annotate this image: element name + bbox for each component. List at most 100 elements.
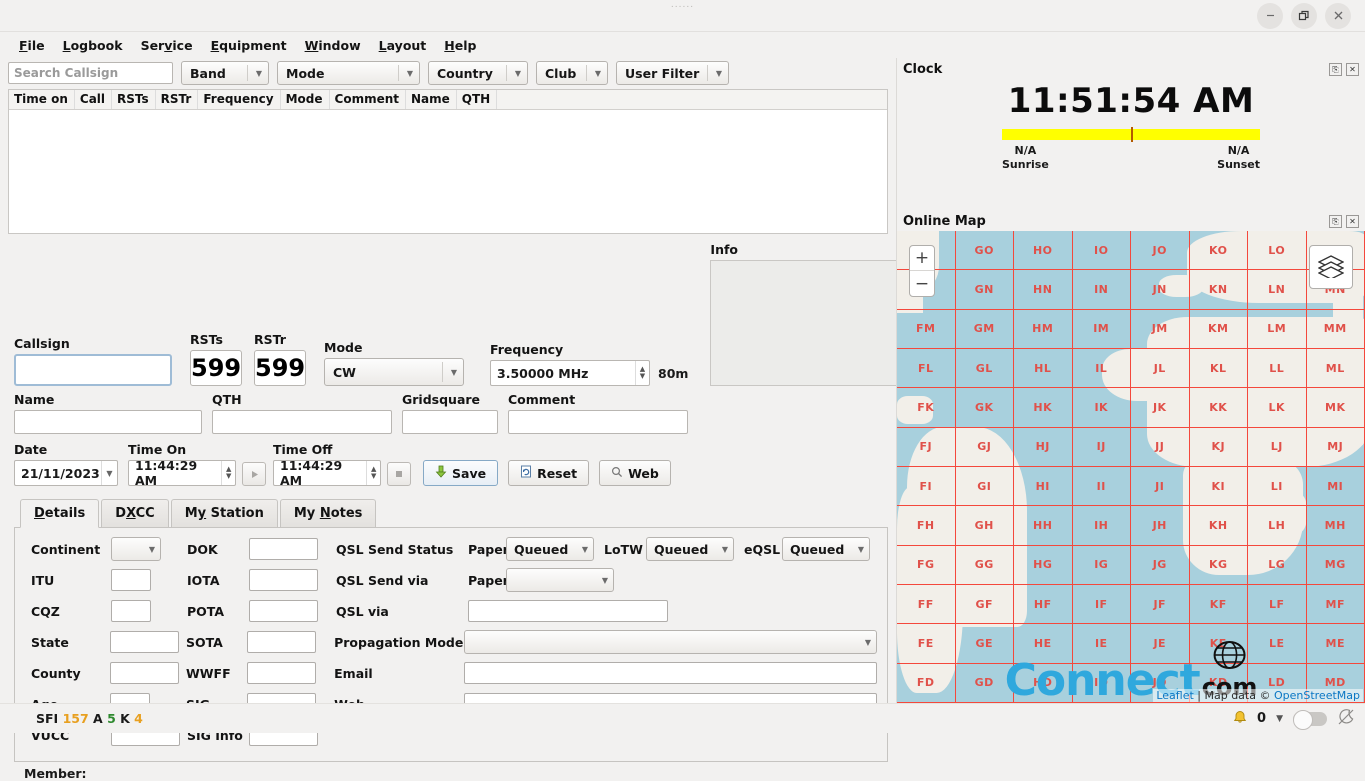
grid-cell: HI — [1014, 467, 1073, 506]
clock-dock-header: Clock ⎘ ✕ — [897, 58, 1365, 79]
grid-cell: II — [1073, 467, 1132, 506]
zoom-out-button[interactable]: − — [910, 271, 934, 296]
column-qth[interactable]: QTH — [457, 90, 497, 109]
save-button[interactable]: Save — [423, 460, 498, 486]
map-canvas[interactable]: GO HO IO JO KO LO FN GN HN IN JN KN — [897, 231, 1365, 703]
grid-cell: JJ — [1131, 428, 1190, 467]
sota-input[interactable] — [247, 631, 316, 653]
night-mode-icon[interactable] — [1337, 708, 1355, 729]
web-lookup-button[interactable]: Web — [599, 460, 671, 486]
dok-input[interactable] — [249, 538, 318, 560]
time-on-stepper[interactable]: 11:44:29 AM ▲▼ — [128, 460, 236, 486]
minimize-button[interactable] — [1257, 3, 1283, 29]
spinner-arrows-icon[interactable]: ▲▼ — [366, 461, 380, 485]
column-call[interactable]: Call — [75, 90, 112, 109]
map-layers-button[interactable] — [1309, 245, 1353, 289]
county-input[interactable] — [110, 662, 179, 684]
zoom-in-button[interactable]: + — [910, 246, 934, 271]
close-panel-icon[interactable]: ✕ — [1346, 215, 1359, 228]
country-filter-dropdown[interactable]: Country ▼ — [428, 61, 528, 85]
email-input[interactable] — [464, 662, 877, 684]
tab-dxcc[interactable]: DXCC — [101, 499, 168, 527]
state-input[interactable] — [110, 631, 179, 653]
qso-table[interactable]: Time on Call RSTs RSTr Frequency Mode Co… — [8, 89, 888, 234]
column-rsts[interactable]: RSTs — [112, 90, 156, 109]
time-off-stop-button[interactable] — [387, 462, 411, 486]
reset-button[interactable]: Reset — [508, 460, 589, 486]
menu-window[interactable]: Window — [296, 36, 370, 55]
rstr-input[interactable] — [254, 350, 306, 386]
mode-dropdown[interactable]: CW ▼ — [324, 358, 464, 386]
rsts-input[interactable] — [190, 350, 242, 386]
wwff-input[interactable] — [247, 662, 316, 684]
club-filter-dropdown[interactable]: Club ▼ — [536, 61, 608, 85]
column-frequency[interactable]: Frequency — [198, 90, 280, 109]
close-button[interactable] — [1325, 3, 1351, 29]
grid-cell: HE — [1014, 624, 1073, 663]
drag-handle[interactable]: ...... — [671, 0, 694, 10]
float-panel-icon[interactable]: ⎘ — [1329, 215, 1342, 228]
openstreetmap-link[interactable]: OpenStreetMap — [1274, 689, 1360, 702]
grid-cell: LL — [1248, 349, 1307, 388]
leaflet-link[interactable]: Leaflet — [1156, 689, 1193, 702]
notification-bell-icon[interactable] — [1233, 710, 1247, 728]
status-bar: SFI 157 A 5 K 4 0 ▼ — [0, 703, 1365, 733]
theme-toggle[interactable] — [1293, 712, 1327, 726]
tab-my-notes[interactable]: My Notes — [280, 499, 377, 527]
qsl-via-input[interactable] — [468, 600, 668, 622]
menu-equipment[interactable]: Equipment — [202, 36, 296, 55]
eqsl-status-dropdown[interactable]: Queued ▼ — [782, 537, 870, 561]
sunset-label: Sunset — [1217, 158, 1260, 172]
maximize-button[interactable] — [1291, 3, 1317, 29]
cqz-input[interactable] — [111, 600, 151, 622]
time-on-now-button[interactable] — [242, 462, 266, 486]
column-time-on[interactable]: Time on — [9, 90, 75, 109]
grid-cell: GH — [956, 506, 1015, 545]
spinner-arrows-icon[interactable]: ▲▼ — [221, 461, 235, 485]
band-filter-dropdown[interactable]: Band ▼ — [181, 61, 269, 85]
tab-my-station[interactable]: My Station — [171, 499, 278, 527]
gridsquare-input[interactable] — [402, 410, 498, 434]
paper-status-dropdown[interactable]: Queued ▼ — [506, 537, 594, 561]
menu-logbook[interactable]: Logbook — [54, 36, 132, 55]
column-comment[interactable]: Comment — [330, 90, 406, 109]
grid-cell: IE — [1073, 624, 1132, 663]
menu-file[interactable]: File — [10, 36, 54, 55]
grid-cell: FG — [897, 546, 956, 585]
qsl-via-label: QSL via — [336, 604, 468, 619]
frequency-stepper[interactable]: 3.50000 MHz ▲▼ — [490, 360, 650, 386]
spinner-arrows-icon[interactable]: ▲▼ — [635, 361, 649, 385]
close-panel-icon[interactable]: ✕ — [1346, 63, 1359, 76]
details-row-4: State SOTA Propagation Mode ▼ — [31, 629, 877, 655]
pota-input[interactable] — [249, 600, 318, 622]
tab-details[interactable]: Details — [20, 499, 99, 528]
column-rstr[interactable]: RSTr — [156, 90, 199, 109]
menu-layout[interactable]: Layout — [370, 36, 436, 55]
date-picker[interactable]: 21/11/2023 ▼ — [14, 460, 118, 486]
search-input[interactable] — [8, 62, 173, 84]
qso-table-body[interactable] — [9, 110, 887, 233]
paper-via-dropdown[interactable]: ▼ — [506, 568, 614, 592]
band-indicator: 80m — [658, 366, 688, 381]
name-input[interactable] — [14, 410, 202, 434]
qth-input[interactable] — [212, 410, 392, 434]
chevron-down-icon[interactable]: ▼ — [101, 461, 117, 485]
itu-input[interactable] — [111, 569, 151, 591]
chevron-down-icon: ▼ — [256, 69, 262, 78]
comment-input[interactable] — [508, 410, 688, 434]
user-filter-dropdown[interactable]: User Filter ▼ — [616, 61, 729, 85]
column-mode[interactable]: Mode — [281, 90, 330, 109]
menu-service[interactable]: Service — [132, 36, 202, 55]
grid-cell: IJ — [1073, 428, 1132, 467]
iota-input[interactable] — [249, 569, 318, 591]
propagation-mode-dropdown[interactable]: ▼ — [464, 630, 877, 654]
time-off-stepper[interactable]: 11:44:29 AM ▲▼ — [273, 460, 381, 486]
mode-filter-dropdown[interactable]: Mode ▼ — [277, 61, 420, 85]
continent-dropdown[interactable]: ▼ — [111, 537, 161, 561]
chevron-down-icon[interactable]: ▼ — [1276, 714, 1283, 724]
menu-help[interactable]: Help — [435, 36, 485, 55]
float-panel-icon[interactable]: ⎘ — [1329, 63, 1342, 76]
column-name[interactable]: Name — [406, 90, 457, 109]
callsign-input[interactable] — [14, 354, 172, 386]
lotw-status-dropdown[interactable]: Queued ▼ — [646, 537, 734, 561]
